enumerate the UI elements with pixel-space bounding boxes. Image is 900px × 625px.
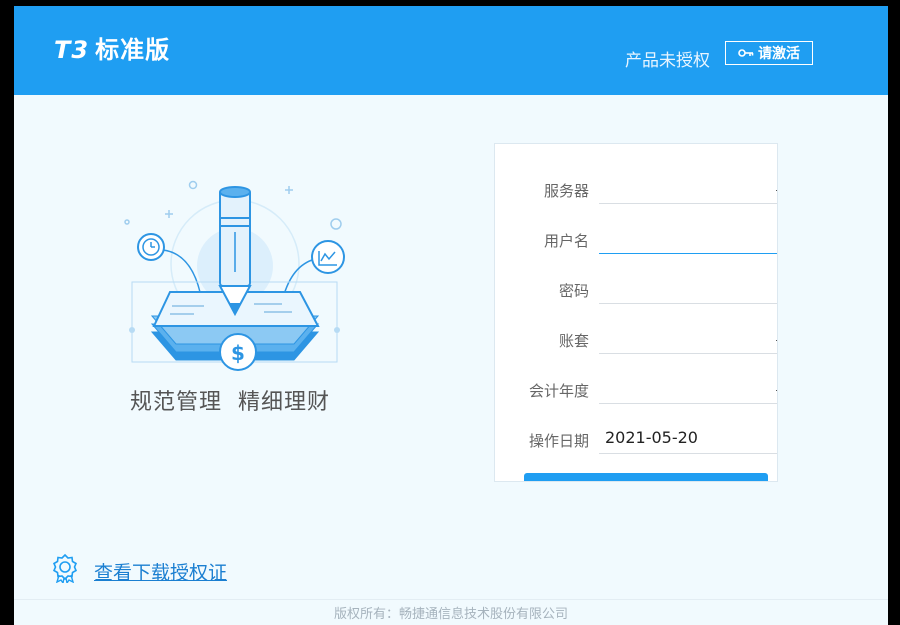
clock-icon — [137, 233, 165, 261]
operation-date-field[interactable]: 2021-05-20 — [599, 422, 777, 454]
pencil-icon — [218, 186, 252, 317]
coin-symbol: $ — [231, 341, 245, 365]
chart-icon — [311, 240, 345, 274]
header-bar: T3 标准版 产品未授权 请激活 — [14, 6, 888, 95]
view-certificate-link[interactable]: 查看下载授权证 — [94, 558, 227, 585]
certificate-icon — [52, 553, 78, 583]
slogan: 规范管理 精细理财 — [130, 384, 330, 416]
app-logo: T3 标准版 — [54, 30, 170, 65]
account-set-row: 账套 — [495, 294, 777, 354]
footer: 版权所有：畅捷通信息技术股份有限公司 — [14, 599, 888, 625]
operation-date-label: 操作日期 — [528, 432, 589, 450]
activate-button[interactable]: 请激活 — [725, 41, 813, 65]
login-form: 服务器 用户名 密码 账套 会计年度 操作日期 2021-05-20 — [494, 143, 778, 482]
operation-date-row: 操作日期 2021-05-20 — [495, 394, 777, 454]
slogan-right: 精细理财 — [238, 390, 331, 415]
slogan-left: 规范管理 — [130, 390, 223, 415]
copyright-text: 版权所有：畅捷通信息技术股份有限公司 — [333, 607, 568, 622]
server-dropdown-icon[interactable] — [776, 190, 777, 191]
dollar-coin-icon: $ — [219, 333, 257, 371]
server-row: 服务器 — [495, 144, 777, 204]
login-window: T3 标准版 产品未授权 请激活 $ 规范管理 精细理财 服务器 用户名 密码 … — [14, 6, 888, 625]
logo-text: 标准版 — [95, 36, 171, 64]
fiscal-year-row: 会计年度 — [495, 344, 777, 404]
activate-label: 请激活 — [758, 46, 800, 62]
finance-illustration: $ — [124, 180, 345, 371]
certificate-area — [52, 553, 78, 583]
password-row: 密码 — [495, 244, 777, 304]
username-row: 用户名 — [495, 194, 777, 254]
fiscal-year-dropdown-icon[interactable] — [776, 390, 777, 391]
login-button[interactable] — [524, 473, 768, 481]
account-set-dropdown-icon[interactable] — [776, 340, 777, 341]
license-status: 产品未授权 — [625, 51, 710, 71]
logo-prefix: T3 — [54, 36, 90, 64]
key-icon — [738, 49, 754, 57]
